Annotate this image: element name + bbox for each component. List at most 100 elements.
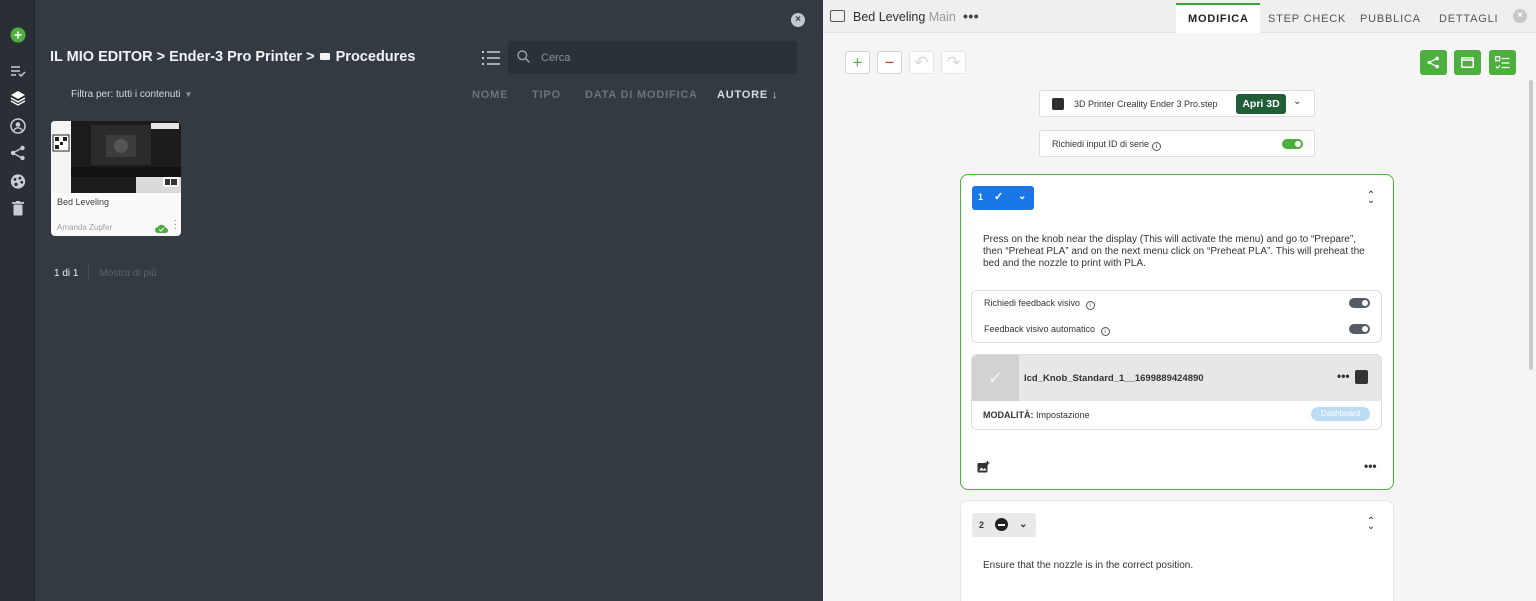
card-menu-icon[interactable]: · · ·	[174, 216, 177, 234]
check-action-icon: ✓	[994, 191, 1004, 203]
visual-feedback-toggle[interactable]	[1349, 298, 1370, 308]
document-name: Bed Leveling	[853, 10, 926, 24]
serial-id-toggle[interactable]	[1282, 139, 1303, 149]
window-icon	[1461, 57, 1474, 68]
user-circle-icon[interactable]	[10, 118, 26, 134]
serial-id-label: Richiedi input ID di serie i	[1052, 139, 1162, 151]
auto-feedback-toggle[interactable]	[1349, 324, 1370, 334]
info-icon[interactable]: i	[1100, 327, 1110, 336]
pagination: 1 di 1 Mostra di più	[54, 263, 157, 281]
search-box	[508, 41, 797, 74]
cube-icon	[1052, 98, 1064, 110]
list-view-icon[interactable]	[482, 50, 500, 66]
info-icon[interactable]: i	[1085, 301, 1095, 310]
chevron-down-icon[interactable]: ⌄	[1293, 96, 1301, 107]
auto-feedback-label: Feedback visivo automatico i	[984, 324, 1110, 336]
close-library-icon[interactable]: ×	[791, 13, 805, 27]
tab-dettagli[interactable]: DETTAGLI	[1439, 13, 1498, 25]
serial-id-setting: Richiedi input ID di serie i	[1039, 130, 1315, 157]
add-image-icon[interactable]	[977, 461, 990, 473]
stop-icon	[995, 518, 1008, 531]
redo-button[interactable]: ↷	[941, 51, 966, 74]
cad-file-name: 3D Printer Creality Ender 3 Pro.step	[1074, 99, 1218, 109]
editor-topbar: Bed Leveling Main ••• MODIFICA STEP CHEC…	[823, 0, 1536, 33]
document-icon	[830, 10, 845, 22]
show-more-link[interactable]: Mostra di più	[99, 268, 156, 279]
step-card: 1 ✓ ⌄ ⌃ ⌄ Press on the knob near the disp…	[960, 174, 1394, 490]
pager-divider	[88, 263, 90, 281]
card-title: Bed Leveling	[57, 197, 110, 207]
visual-feedback-label: Richiedi feedback visivo i	[984, 298, 1095, 310]
share-icon	[1427, 56, 1439, 69]
remove-step-button[interactable]: −	[877, 51, 902, 74]
tab-modifica[interactable]: MODIFICA	[1188, 13, 1249, 25]
layers-icon[interactable]	[10, 90, 26, 106]
checklist-view-button[interactable]	[1489, 50, 1516, 75]
breadcrumb: IL MIO EDITOR > Ender-3 Pro Printer > Pr…	[50, 49, 415, 65]
check-placeholder-icon: ✓	[972, 355, 1019, 401]
media-name: lcd_Knob_Standard_1__1699889424890	[1024, 373, 1204, 384]
collapse-icon[interactable]: ⌃ ⌄	[1366, 191, 1376, 206]
procedure-editor: Bed Leveling Main ••• MODIFICA STEP CHEC…	[823, 0, 1536, 601]
dashboard-badge[interactable]: Dashboard	[1311, 407, 1370, 421]
step-description[interactable]: Ensure that the nozzle is in the correct…	[983, 560, 1193, 571]
procedure-card[interactable]: Bed Leveling Amanda Zupfer · · ·	[51, 121, 181, 236]
step-type-dropdown[interactable]: 2 ⌄	[972, 513, 1036, 537]
step-description[interactable]: Press on the knob near the display (This…	[983, 234, 1378, 270]
chevron-down-icon: ▼	[184, 90, 193, 99]
share-icon[interactable]	[10, 145, 26, 161]
info-icon[interactable]: i	[1152, 142, 1162, 151]
column-author[interactable]: AUTORE ↓	[717, 89, 778, 101]
column-type[interactable]: TIPO	[532, 89, 561, 101]
share-button[interactable]	[1420, 50, 1447, 75]
step-card: 2 ⌄ ⌃ ⌄ Ensure that the nozzle is in the …	[960, 500, 1394, 601]
open-3d-button[interactable]: Apri 3D	[1236, 94, 1286, 114]
step-number: 1	[978, 192, 984, 202]
media-mode: MODALITÀ: Impostazione	[983, 410, 1090, 420]
breadcrumb-project[interactable]: Ender-3 Pro Printer	[169, 49, 302, 65]
scrollbar[interactable]	[1529, 80, 1533, 370]
collapse-icon[interactable]: ⌃ ⌄	[1366, 517, 1376, 532]
document-menu-icon[interactable]: •••	[963, 8, 979, 24]
breadcrumb-root[interactable]: IL MIO EDITOR	[50, 49, 153, 65]
cad-file-selector: 3D Printer Creality Ender 3 Pro.step Apr…	[1039, 90, 1315, 117]
checklist-icon[interactable]	[10, 63, 26, 79]
tab-step-check[interactable]: STEP CHECK	[1268, 13, 1346, 25]
preview-button[interactable]	[1454, 50, 1481, 75]
card-thumbnail	[51, 121, 181, 193]
close-editor-icon[interactable]: ×	[1513, 9, 1527, 23]
card-author: Amanda Zupfer	[57, 223, 113, 232]
mode-value: Impostazione	[1036, 410, 1090, 420]
step-type-dropdown[interactable]: 1 ✓ ⌄	[972, 186, 1034, 210]
column-modified[interactable]: DATA DI MODIFICA	[585, 89, 698, 101]
undo-button[interactable]: ↶	[909, 51, 934, 74]
column-name[interactable]: NOME	[472, 89, 508, 101]
step-media: ✓ lcd_Knob_Standard_1__1699889424890 •••…	[971, 354, 1382, 430]
step-menu-icon[interactable]: •••	[1364, 459, 1377, 473]
breadcrumb-separator: >	[306, 49, 315, 65]
document-branch[interactable]: Main	[929, 10, 956, 24]
task-list-icon	[1495, 55, 1510, 69]
cloud-synced-icon	[155, 222, 168, 236]
chevron-down-icon: ⌄	[1018, 191, 1027, 202]
step-number: 2	[979, 520, 985, 530]
breadcrumb-separator: >	[156, 49, 166, 65]
column-author-label: AUTORE	[717, 89, 769, 101]
app-rail	[0, 0, 35, 601]
tab-pubblica[interactable]: PUBBLICA	[1360, 13, 1421, 25]
palette-icon[interactable]	[10, 173, 26, 189]
add-step-button[interactable]: +	[845, 51, 870, 74]
media-menu-icon[interactable]: •••	[1337, 369, 1350, 383]
chevron-down-icon: ⌄	[1019, 519, 1028, 530]
search-icon	[517, 50, 530, 66]
library-panel: × IL MIO EDITOR > Ender-3 Pro Printer > …	[35, 0, 823, 601]
breadcrumb-folder[interactable]: Procedures	[336, 49, 416, 65]
filter-dropdown[interactable]: Filtra per: tutti i contenuti ▼	[71, 89, 192, 100]
trash-icon[interactable]	[10, 200, 26, 216]
page-count: 1 di 1	[54, 268, 79, 279]
feedback-settings: Richiedi feedback visivo i Feedback visi…	[971, 290, 1382, 343]
filter-label: Filtra per: tutti i contenuti	[71, 89, 181, 100]
delete-media-icon[interactable]	[1355, 370, 1368, 384]
search-input[interactable]	[541, 49, 781, 66]
add-circle-icon[interactable]	[10, 27, 26, 43]
